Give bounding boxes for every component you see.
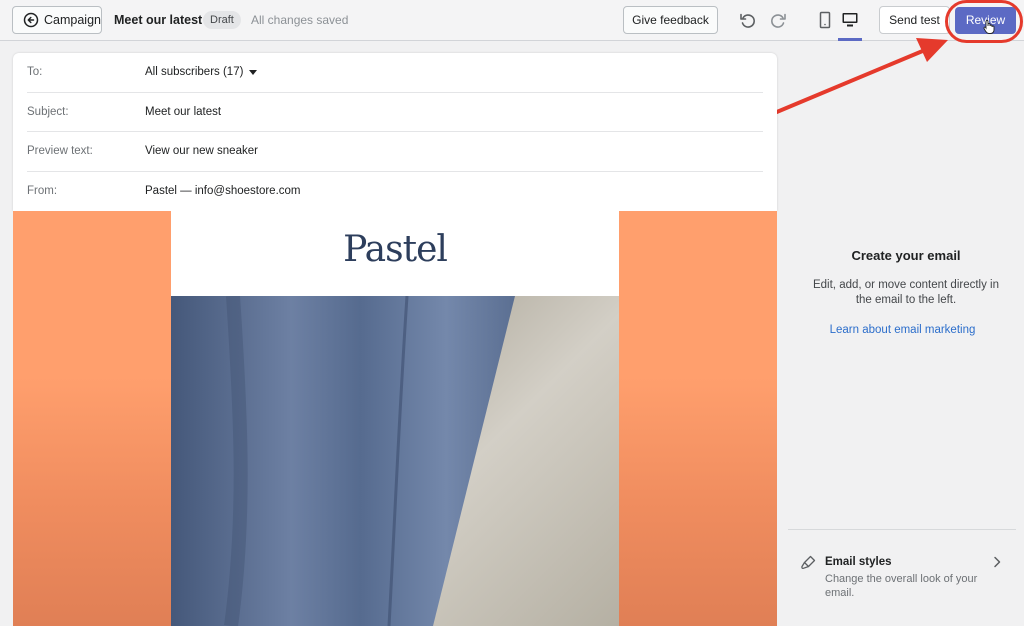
learn-email-marketing-link[interactable]: Learn about email marketing [788,324,1017,336]
from-field-row[interactable]: From: Pastel — info@shoestore.com [27,172,763,212]
hero-image[interactable] [171,296,619,626]
email-styles-description: Change the overall look of your email. [825,573,978,599]
subject-label: Subject: [27,105,69,118]
subject-field[interactable]: Meet our latest [145,106,221,118]
chevron-right-icon [994,556,1001,568]
preview-text-field[interactable]: View our new sneaker [145,145,258,157]
top-bar: Campaign Meet our latest Draft All chang… [0,0,1024,43]
give-feedback-button[interactable]: Give feedback [623,6,718,34]
sidebar-divider [788,529,1016,530]
sidebar-description: Edit, add, or move content directly in t… [812,279,999,306]
email-settings-panel: To: All subscribers (17) Subject: Meet o… [13,53,777,211]
email-body[interactable]: Pastel [171,211,619,626]
to-value[interactable]: All subscribers (17) [145,66,258,78]
arrow-left-circle-icon [23,12,39,28]
send-test-button[interactable]: Send test [879,6,950,34]
recipients-select[interactable]: All subscribers (17) [145,66,243,78]
from-field[interactable]: Pastel — info@shoestore.com [145,185,301,197]
desktop-view-button[interactable] [839,9,861,31]
to-label: To: [27,66,43,79]
brand-logo[interactable]: Pastel [171,229,619,270]
sidebar-title: Create your email [851,248,961,263]
right-sidebar: Create your email Edit, add, or move con… [788,41,1024,626]
email-styles-item[interactable]: Email styles Change the overall look of … [800,553,1006,603]
mobile-view-icon [819,11,831,29]
from-label: From: [27,185,58,198]
hero-fabric-shape [171,296,515,626]
campaign-title: Meet our latest [114,13,203,27]
caret-down-icon [249,69,258,75]
redo-icon [771,13,786,28]
to-field-row[interactable]: To: All subscribers (17) [27,53,763,93]
redo-button[interactable] [768,9,790,31]
back-to-campaign-button[interactable]: Campaign [12,6,102,34]
desktop-view-icon [842,13,858,27]
back-label: Campaign [44,13,101,27]
preview-text-label: Preview text: [27,145,93,158]
subject-field-row[interactable]: Subject: Meet our latest [27,93,763,132]
email-preview-canvas[interactable]: Pastel [13,211,777,626]
preview-text-field-row[interactable]: Preview text: View our new sneaker [27,132,763,172]
hand-cursor-icon [983,20,995,34]
undo-button[interactable] [736,9,758,31]
save-status: All changes saved [251,13,349,27]
email-styles-title: Email styles [825,556,892,568]
mobile-view-button[interactable] [814,9,836,31]
undo-icon [740,13,755,28]
paintbrush-icon [801,555,816,570]
status-badge: Draft [203,11,241,29]
